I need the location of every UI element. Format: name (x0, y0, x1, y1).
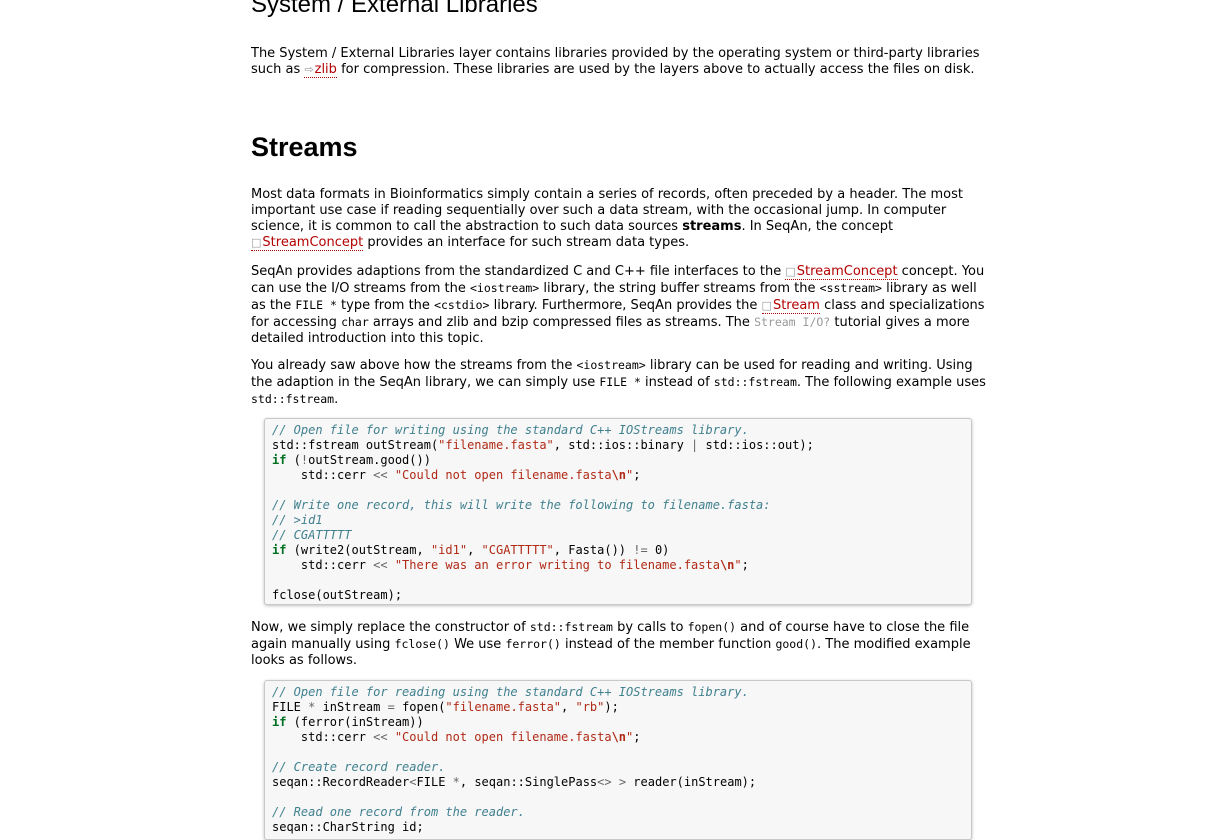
code-listing: // Open file for reading using the stand… (272, 685, 757, 834)
book-icon: □ (785, 265, 796, 278)
stream-concept-link-2[interactable]: □StreamConcept (785, 264, 898, 280)
stream-io-tutorial-link[interactable]: Stream I/O? (754, 315, 830, 329)
streams-paragraph-2: SeqAn provides adaptions from the standa… (251, 264, 985, 346)
code-listing: // Open file for writing using the stand… (272, 423, 814, 602)
code-block-fstream-example: // Open file for writing using the stand… (264, 418, 972, 605)
streams-paragraph-3: You already saw above how the streams fr… (251, 358, 986, 407)
book-icon: □ (761, 299, 772, 312)
section-heading-streams: Streams (251, 132, 358, 162)
zlib-link[interactable]: ⇨zlib (304, 62, 337, 78)
streams-paragraph-4: Now, we simply replace the constructor o… (251, 620, 971, 668)
section-heading-system-libraries: System / External Libraries (251, 0, 538, 18)
book-icon: □ (251, 236, 262, 249)
system-libraries-paragraph: The System / External Libraries layer co… (251, 46, 980, 78)
stream-class-link[interactable]: □Stream (761, 298, 820, 314)
link-arrow-icon: ⇨ (304, 63, 314, 76)
code-block-fopen-example: // Open file for reading using the stand… (264, 680, 972, 840)
stream-concept-link[interactable]: □StreamConcept (251, 235, 364, 251)
streams-paragraph-1: Most data formats in Bioinformatics simp… (251, 187, 964, 251)
